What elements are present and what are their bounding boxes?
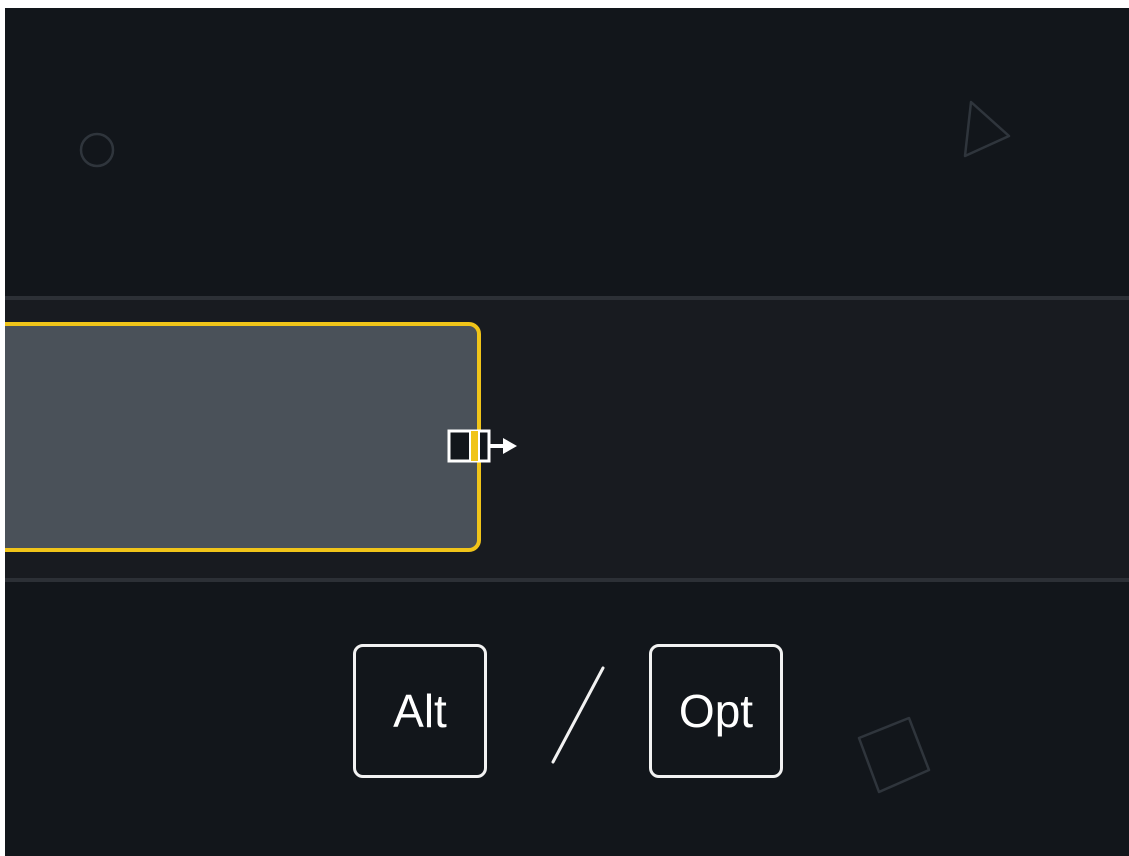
alt-key: Alt [353,644,487,778]
square-outline-icon [857,716,931,794]
trim-end-cursor-icon[interactable] [443,428,523,464]
timeline-track [5,296,1129,582]
shortcut-keys: Alt Opt [353,644,793,784]
editor-canvas: Alt Opt [5,8,1129,856]
opt-key: Opt [649,644,783,778]
timeline-clip[interactable] [5,322,481,552]
key-separator-slash [551,666,605,764]
circle-outline-icon [79,132,115,168]
triangle-outline-icon [963,100,1011,158]
